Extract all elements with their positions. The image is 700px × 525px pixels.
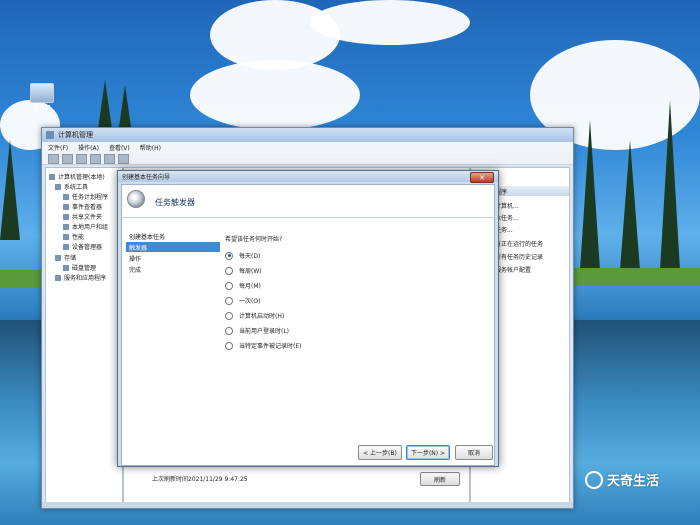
tree-item-shared-folders[interactable]: 共享文件夹 [63, 212, 102, 221]
storage-icon [55, 254, 61, 261]
disk-icon [63, 264, 69, 271]
radio-user-logs-on[interactable]: 当前用户登录时(L) [225, 326, 289, 335]
radio-button[interactable] [225, 266, 233, 275]
action-item[interactable]: 有正在运行的任务 [495, 239, 543, 248]
trigger-question: 希望该任务何时开始? [225, 236, 283, 243]
radio-button[interactable] [225, 251, 233, 260]
radio-monthly[interactable]: 每月(M) [225, 281, 261, 290]
radio-one-time[interactable]: 一次(O) [225, 296, 260, 305]
radio-daily[interactable]: 每天(D) [225, 251, 260, 260]
wizard-heading: 任务触发器 [155, 198, 195, 207]
radio-button[interactable] [225, 326, 233, 335]
clock-icon [63, 193, 69, 200]
radio-weekly[interactable]: 每周(W) [225, 266, 262, 275]
step-trigger[interactable]: 触发器 [126, 242, 220, 252]
watermark-text: 天奇生活 [607, 474, 660, 489]
radio-button[interactable] [225, 296, 233, 305]
device-manager-icon [63, 243, 69, 250]
wizard-header: 任务触发器 [122, 185, 494, 218]
show-hide-tree-icon[interactable] [90, 153, 101, 164]
window-titlebar[interactable]: 计算机管理 [42, 128, 573, 142]
folder-icon [63, 213, 69, 220]
action-item[interactable]: 所有任务历史记录 [495, 252, 543, 261]
radio-button[interactable] [225, 341, 233, 350]
wizard-titlebar[interactable]: 创建基本任务向导 [118, 171, 498, 182]
step-create-basic-task[interactable]: 创建基本任务 [126, 231, 220, 241]
window-bottom-border [42, 502, 573, 508]
desktop-icon-label: 计算机 [32, 105, 51, 112]
radio-computer-starts[interactable]: 计算机启动时(H) [225, 311, 284, 320]
forward-icon[interactable] [62, 153, 73, 164]
step-finish[interactable]: 完成 [126, 264, 220, 274]
console-tree: 计算机管理(本地) 系统工具 任务计划程序 事件查看器 共享文件夹 本地用户和组… [45, 167, 123, 507]
step-action[interactable]: 操作 [126, 253, 220, 263]
computer-icon [30, 83, 54, 103]
refresh-button[interactable]: 刷新 [420, 472, 460, 486]
wizard-steps: 创建基本任务 触发器 操作 完成 [125, 231, 221, 453]
event-viewer-icon [63, 203, 69, 210]
computer-desktop-icon[interactable]: 计算机 [22, 83, 62, 112]
tree-item-device-manager[interactable]: 设备管理器 [63, 242, 102, 251]
performance-icon [63, 233, 69, 240]
toolbar [42, 153, 573, 165]
up-icon[interactable] [76, 153, 87, 164]
tree-item-task-scheduler[interactable]: 任务计划程序 [63, 192, 108, 201]
radio-button[interactable] [225, 311, 233, 320]
radio-event-logged[interactable]: 当特定事件被记录时(E) [225, 341, 301, 350]
next-button[interactable]: 下一步(N) > [406, 445, 450, 460]
action-item[interactable]: 服务帐户配置 [495, 265, 531, 274]
clock-icon [127, 190, 145, 208]
help-icon[interactable] [104, 153, 115, 164]
action-pane-icon[interactable] [118, 153, 129, 164]
services-icon [55, 274, 61, 281]
watermark: 天奇生活 [585, 470, 659, 489]
menu-view[interactable]: 查看(V) [109, 143, 130, 152]
app-icon [46, 131, 54, 139]
wizard-window-title: 创建基本任务向导 [122, 174, 171, 181]
tree-item-event-viewer[interactable]: 事件查看器 [63, 202, 102, 211]
radio-button[interactable] [225, 281, 233, 290]
window-title: 计算机管理 [58, 131, 93, 139]
users-icon [63, 223, 69, 230]
menu-help[interactable]: 帮助(H) [140, 143, 161, 152]
menu-action[interactable]: 操作(A) [78, 143, 99, 152]
menu-bar: 文件(F) 操作(A) 查看(V) 帮助(H) [42, 142, 573, 153]
watermark-logo-icon [585, 470, 603, 489]
tree-item-local-users-groups[interactable]: 本地用户和组 [63, 222, 108, 231]
wizard-body: 任务触发器 创建基本任务 触发器 操作 完成 希望该任务何时开始? 每天(D) … [121, 184, 495, 466]
tree-item-storage[interactable]: 存储 [55, 253, 76, 262]
tools-icon [55, 183, 61, 190]
menu-file[interactable]: 文件(F) [48, 143, 68, 152]
back-button[interactable]: < 上一步(B) [358, 445, 402, 460]
computer-icon [49, 173, 55, 180]
back-icon[interactable] [48, 153, 59, 164]
last-refresh-status: 上次刷新时间2021/11/29 9:47:25 [152, 476, 248, 483]
close-icon[interactable]: ✕ [470, 172, 494, 183]
tree-item-performance[interactable]: 性能 [63, 232, 84, 241]
tree-item-services-apps[interactable]: 服务和应用程序 [55, 273, 106, 282]
cancel-button[interactable]: 取消 [455, 445, 493, 460]
create-basic-task-wizard: 创建基本任务向导 ✕ 任务触发器 创建基本任务 触发器 操作 完成 希望该任务何… [117, 170, 499, 467]
tree-item-disk-management[interactable]: 磁盘管理 [63, 263, 96, 272]
tree-item-system-tools[interactable]: 系统工具 [55, 182, 88, 191]
tree-item-computer-management[interactable]: 计算机管理(本地) [49, 172, 105, 181]
